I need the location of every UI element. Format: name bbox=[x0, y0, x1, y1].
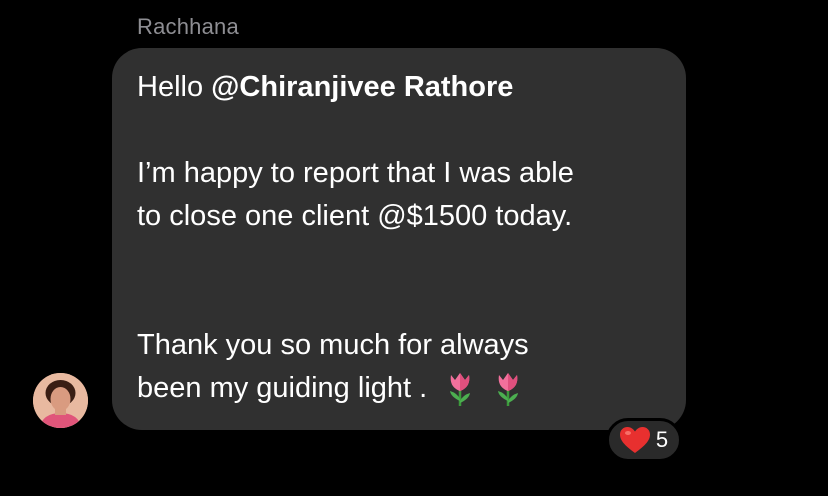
message-text: been my guiding light . bbox=[137, 372, 428, 404]
sender-name: Rachhana bbox=[137, 14, 239, 39]
greeting-line: Hello @Chiranjivee Rathore bbox=[137, 66, 666, 109]
message-line: I’m happy to report that I was able bbox=[137, 157, 574, 189]
message-line: to close one client @$1500 today. bbox=[137, 200, 573, 232]
message-bubble[interactable]: Hello @Chiranjivee Rathore I’m happy to … bbox=[112, 48, 686, 430]
greeting-text: Hello bbox=[137, 71, 212, 103]
chat-screen: Rachhana Hello @Chiranjivee Rathore I’m … bbox=[0, 0, 828, 496]
user-mention[interactable]: @Chiranjivee Rathore bbox=[211, 71, 513, 103]
reaction-count: 5 bbox=[655, 427, 669, 452]
tulip-icon bbox=[445, 371, 475, 407]
sender-avatar[interactable] bbox=[33, 373, 88, 428]
heart-icon bbox=[619, 426, 650, 454]
message-line: Thank you so much for always bbox=[137, 329, 529, 361]
tulip-icon bbox=[493, 371, 523, 407]
reaction-badge[interactable]: 5 bbox=[606, 418, 682, 462]
message-line: been my guiding light . bbox=[137, 367, 666, 410]
